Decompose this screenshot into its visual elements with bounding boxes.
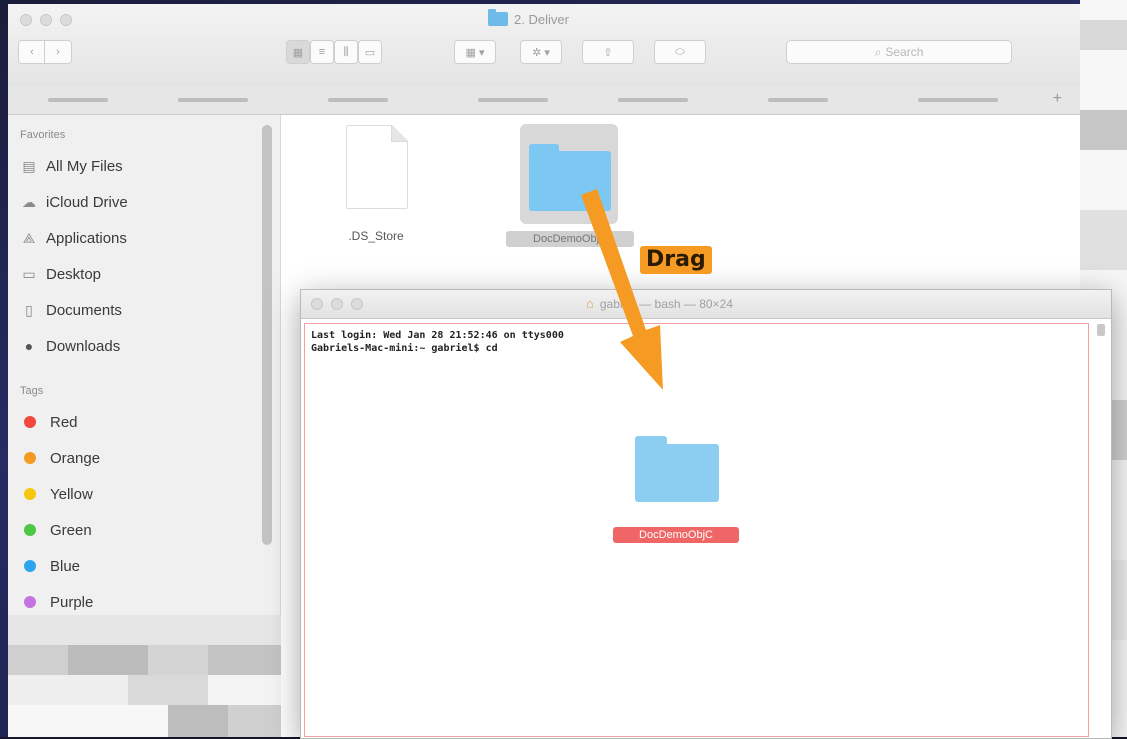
drag-arrow-icon — [581, 189, 663, 390]
drag-annotation-label: Drag — [640, 246, 712, 274]
